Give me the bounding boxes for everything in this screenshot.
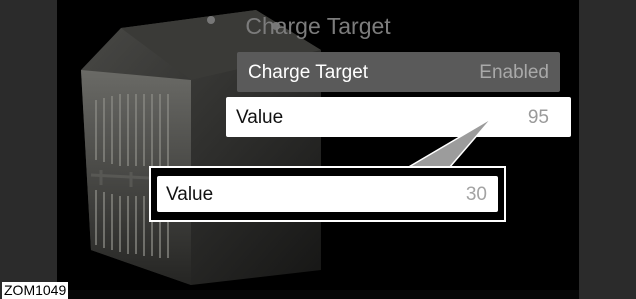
display-screen: Charge Target Charge Target Enabled Valu… <box>57 0 579 290</box>
figure-frame: Charge Target Charge Target Enabled Valu… <box>0 0 636 299</box>
zoom-value-label: Value <box>166 184 214 205</box>
figure-reference-code: ZOM1049 <box>2 282 69 299</box>
left-bezel <box>0 0 57 299</box>
zoom-value-row: Value 30 <box>157 176 498 212</box>
right-bezel <box>579 0 636 299</box>
zoom-callout-box: Value 30 <box>149 166 506 222</box>
zoom-value-number: 30 <box>465 184 487 205</box>
callout-pointer <box>404 117 493 169</box>
